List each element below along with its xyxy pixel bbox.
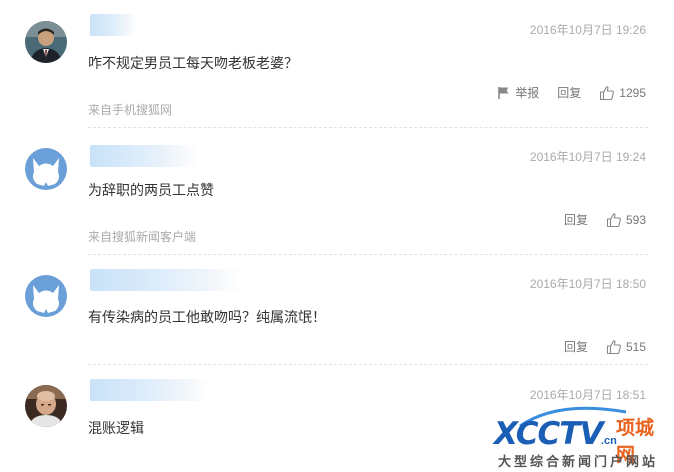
comment-text: 咋不规定男员工每天吻老板老婆？ (88, 55, 298, 71)
user-avatar[interactable] (25, 21, 67, 63)
like-count: 1295 (619, 85, 646, 100)
site-watermark-logo: XCCTV .cn 项城网 大型综合新闻门户网站 (488, 404, 672, 470)
default-avatar-icon (25, 275, 67, 317)
comment-text: 有传染病的员工他敢吻吗？纯属流氓！ (88, 309, 326, 325)
comment-time: 2016年10月7日 19:24 (529, 150, 646, 164)
comment-time: 2016年10月7日 19:26 (529, 23, 646, 37)
user-avatar[interactable] (25, 385, 67, 427)
user-avatar[interactable] (25, 275, 67, 317)
flag-icon (498, 86, 509, 99)
avatar-photo-icon (25, 21, 67, 63)
divider (88, 254, 648, 255)
report-label: 举报 (515, 86, 540, 100)
like-count: 593 (625, 212, 646, 227)
avatar-photo-icon (25, 385, 67, 427)
logo-text: XCCTV (494, 416, 603, 452)
username[interactable] (90, 145, 198, 167)
thumbs-up-icon (606, 339, 621, 354)
comment-source: 来自手机搜狐网 (88, 103, 173, 117)
thumbs-up-icon (600, 85, 615, 100)
reply-button[interactable]: 回复 (564, 211, 588, 228)
comment-actions: 回复 593 (564, 211, 646, 228)
comment-actions: 举报 回复 1295 (497, 84, 646, 101)
comment-actions: 回复 515 (564, 338, 646, 355)
username[interactable] (90, 14, 136, 36)
user-avatar[interactable] (25, 148, 67, 190)
comment-time: 2016年10月7日 18:51 (529, 388, 646, 402)
comment-text: 混账逻辑 (88, 420, 144, 436)
divider (88, 127, 648, 128)
like-count: 515 (625, 339, 646, 354)
thumbs-up-icon (606, 212, 621, 227)
reply-button[interactable]: 回复 (564, 338, 588, 355)
like-button[interactable]: 1295 (599, 85, 646, 101)
username[interactable] (90, 269, 242, 291)
like-button[interactable]: 515 (606, 339, 646, 355)
reply-button[interactable]: 回复 (557, 84, 581, 101)
comment-source: 来自搜狐新闻客户端 (88, 230, 197, 244)
comment-time: 2016年10月7日 18:50 (529, 277, 646, 291)
logo-domain: .cn (601, 435, 617, 447)
report-button[interactable]: 举报 (497, 84, 539, 101)
like-button[interactable]: 593 (606, 212, 646, 228)
logo-tagline: 大型综合新闻门户网站 (498, 454, 659, 469)
username[interactable] (90, 379, 210, 401)
comment-text: 为辞职的两员工点赞 (88, 182, 214, 198)
divider (88, 364, 648, 365)
default-avatar-icon (25, 148, 67, 190)
